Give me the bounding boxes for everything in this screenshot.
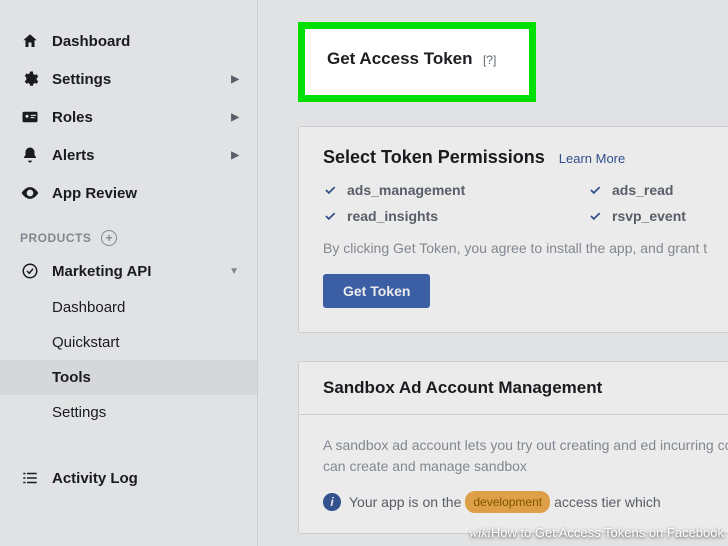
token-permissions-card: Select Token Permissions Learn More ads_… xyxy=(298,126,728,333)
bell-icon xyxy=(20,145,40,165)
eye-icon xyxy=(20,183,40,203)
chevron-right-icon: ▶ xyxy=(231,112,239,123)
sidebar-item-app-review[interactable]: App Review xyxy=(0,174,257,212)
sandbox-info-line: i Your app is on the development access … xyxy=(323,491,728,513)
subitem-dashboard[interactable]: Dashboard xyxy=(0,290,257,325)
products-section-label: PRODUCTS + xyxy=(0,212,257,252)
permission-ads-read[interactable]: ads_read xyxy=(588,182,728,198)
sidebar-item-label: Alerts xyxy=(52,147,95,164)
permission-read-insights[interactable]: read_insights xyxy=(323,208,528,224)
permission-rsvp-event[interactable]: rsvp_event xyxy=(588,208,728,224)
subitem-tools[interactable]: Tools xyxy=(0,360,257,395)
permissions-title: Select Token Permissions xyxy=(323,147,545,168)
chevron-right-icon: ▶ xyxy=(231,150,239,161)
sidebar-item-activity-log[interactable]: Activity Log xyxy=(0,458,257,498)
sidebar-item-label: App Review xyxy=(52,185,137,202)
sidebar-item-label: Roles xyxy=(52,109,93,126)
sidebar-item-roles[interactable]: Roles ▶ xyxy=(0,98,257,136)
get-access-token-highlight: Get Access Token [?] xyxy=(298,22,536,102)
section-title: Get Access Token xyxy=(327,49,473,68)
info-icon: i xyxy=(323,493,341,511)
sidebar-item-alerts[interactable]: Alerts ▶ xyxy=(0,136,257,174)
home-icon xyxy=(20,31,40,51)
sidebar-item-label: Marketing API xyxy=(52,263,151,280)
sidebar-item-dashboard[interactable]: Dashboard xyxy=(0,22,257,60)
check-icon xyxy=(323,183,337,197)
sidebar-item-marketing-api[interactable]: Marketing API ▼ xyxy=(0,252,257,290)
help-icon[interactable]: [?] xyxy=(483,53,496,67)
get-token-button[interactable]: Get Token xyxy=(323,274,430,308)
permission-ads-management[interactable]: ads_management xyxy=(323,182,528,198)
id-card-icon xyxy=(20,107,40,127)
check-circle-icon xyxy=(20,261,40,281)
sandbox-card: Sandbox Ad Account Management A sandbox … xyxy=(298,361,728,534)
learn-more-link[interactable]: Learn More xyxy=(559,151,625,166)
sidebar-item-label: Dashboard xyxy=(52,33,130,50)
sidebar-item-settings[interactable]: Settings ▶ xyxy=(0,60,257,98)
list-icon xyxy=(20,468,40,488)
sidebar: Dashboard Settings ▶ Roles ▶ Alerts ▶ xyxy=(0,0,258,546)
wikihow-caption: wikiHow to Get Access Tokens on Facebook xyxy=(469,525,724,541)
sandbox-title: Sandbox Ad Account Management xyxy=(299,362,728,415)
sidebar-item-label: Activity Log xyxy=(52,470,138,487)
gear-icon xyxy=(20,69,40,89)
agree-text: By clicking Get Token, you agree to inst… xyxy=(323,240,728,256)
development-badge: development xyxy=(465,491,550,513)
main-content: Get Access Token [?] Select Token Permis… xyxy=(258,0,728,546)
add-product-icon[interactable]: + xyxy=(101,230,117,246)
check-icon xyxy=(588,183,602,197)
chevron-right-icon: ▶ xyxy=(231,74,239,85)
sidebar-item-label: Settings xyxy=(52,71,111,88)
subitem-quickstart[interactable]: Quickstart xyxy=(0,325,257,360)
check-icon xyxy=(323,209,337,223)
subitem-settings[interactable]: Settings xyxy=(0,395,257,430)
check-icon xyxy=(588,209,602,223)
chevron-down-icon: ▼ xyxy=(229,266,239,277)
sandbox-description: A sandbox ad account lets you try out cr… xyxy=(323,435,728,477)
